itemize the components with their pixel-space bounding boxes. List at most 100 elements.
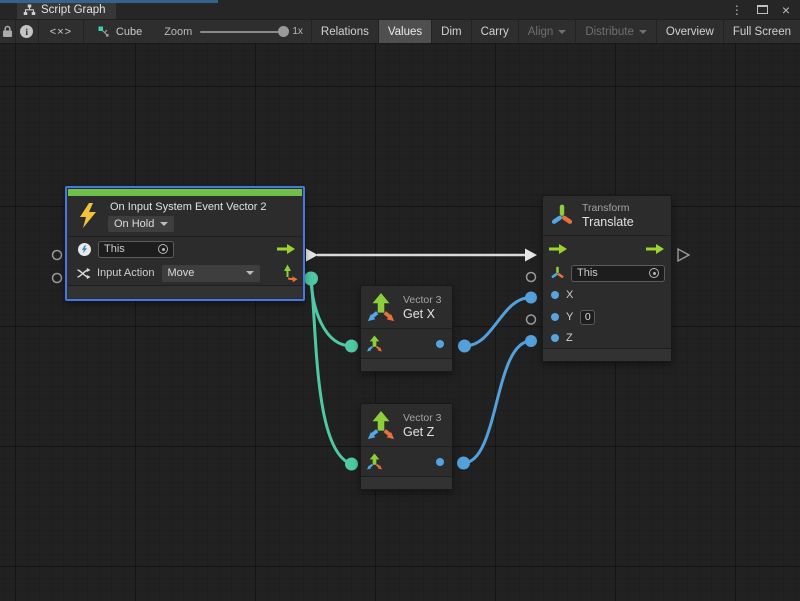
- flow-wire-end-arrow: [525, 249, 537, 262]
- flow-out-arrow-icon[interactable]: [277, 243, 296, 255]
- code-preview-button[interactable]: <×>: [39, 20, 84, 43]
- getx-title: Get X: [403, 307, 442, 321]
- y-value-input[interactable]: 0: [580, 310, 595, 325]
- translate-flow-out-port[interactable]: [678, 249, 689, 261]
- translate-y-port[interactable]: [527, 315, 536, 324]
- node-on-input-system-event[interactable]: On Input System Event Vector 2 On Hold T…: [65, 186, 305, 301]
- getx-header: Vector 3 Get X: [361, 286, 452, 328]
- flow-out-arrow-icon[interactable]: [646, 243, 665, 255]
- vector3-input-icon[interactable]: [366, 335, 383, 352]
- maximize-icon[interactable]: [757, 5, 768, 14]
- getx-float-out-dot[interactable]: [436, 340, 444, 348]
- translate-z-row: Z: [543, 328, 671, 348]
- getz-footer: [361, 476, 452, 489]
- translate-flow-row: [543, 236, 671, 262]
- object-picker-icon[interactable]: [649, 268, 659, 278]
- translate-type: Transform: [582, 202, 634, 214]
- z-port-dot[interactable]: [551, 334, 559, 342]
- graph-canvas[interactable]: On Input System Event Vector 2 On Hold T…: [0, 44, 800, 601]
- script-graph-icon: [23, 4, 36, 16]
- tab-bar: Script Graph ⋮ ×: [0, 0, 800, 19]
- transform-mini-icon[interactable]: [551, 266, 564, 280]
- toolbar-toggle-group: Relations Values Dim Carry Align Distrib…: [311, 20, 800, 43]
- event-target-port[interactable]: [53, 251, 62, 260]
- node-get-x[interactable]: Vector 3 Get X: [360, 285, 453, 372]
- y-port-dot[interactable]: [551, 313, 559, 321]
- tab-label: Script Graph: [41, 4, 106, 16]
- vector2-wire-to-getz: [311, 279, 352, 464]
- input-action-icon: [76, 266, 91, 281]
- x-label: X: [566, 289, 573, 301]
- getz-float-out-dot[interactable]: [436, 458, 444, 466]
- zoom-value: 1x: [292, 26, 303, 37]
- graph-owner-icon: [98, 26, 110, 38]
- vector3-icon: [366, 292, 396, 322]
- translate-y-row: Y 0: [543, 306, 671, 328]
- chevron-down-icon: [246, 271, 254, 275]
- getz-output-port[interactable]: [457, 457, 470, 470]
- event-target-field[interactable]: This: [98, 241, 174, 258]
- event-footer: [68, 285, 302, 298]
- getx-input-port[interactable]: [345, 340, 358, 353]
- vector2-port-icon[interactable]: [283, 264, 298, 282]
- getx-footer: [361, 358, 452, 371]
- inspect-button[interactable]: i: [16, 20, 39, 43]
- close-icon[interactable]: ×: [782, 3, 790, 17]
- distribute-dropdown-button[interactable]: Distribute: [575, 20, 656, 43]
- lock-icon: [2, 25, 13, 38]
- full-screen-button[interactable]: Full Screen: [723, 20, 800, 43]
- float-wire-x: [465, 298, 532, 347]
- zoom-slider[interactable]: [200, 31, 284, 33]
- vector3-input-icon[interactable]: [366, 453, 383, 470]
- graph-reference[interactable]: Cube: [84, 20, 156, 43]
- overview-button[interactable]: Overview: [656, 20, 723, 43]
- event-action-row: Input Action Move: [68, 261, 302, 285]
- translate-target-row: This: [543, 262, 671, 284]
- translate-z-port[interactable]: [525, 335, 537, 347]
- lock-button[interactable]: [0, 20, 16, 43]
- translate-title: Translate: [582, 215, 634, 229]
- script-graph-window: Script Graph ⋮ × i <×> Cube: [0, 0, 800, 601]
- translate-x-port[interactable]: [525, 292, 537, 304]
- getx-output-port[interactable]: [458, 340, 471, 353]
- relations-button[interactable]: Relations: [311, 20, 378, 43]
- getx-port-row: [361, 329, 452, 358]
- event-accent-bar: [68, 189, 302, 196]
- graph-owner-name: Cube: [116, 26, 142, 38]
- translate-target-field[interactable]: This: [571, 265, 665, 282]
- event-header: On Input System Event Vector 2 On Hold: [68, 196, 302, 236]
- translate-target-port[interactable]: [527, 273, 536, 282]
- zoom-label: Zoom: [164, 26, 192, 38]
- getx-type: Vector 3: [403, 294, 442, 306]
- vector3-icon: [366, 410, 396, 440]
- window-menu-icon[interactable]: ⋮: [731, 4, 743, 16]
- transform-icon: [551, 203, 573, 228]
- zoom-control: Zoom 1x: [156, 20, 311, 43]
- vector2-wire-to-getx: [311, 279, 352, 346]
- getz-header: Vector 3 Get Z: [361, 404, 452, 446]
- node-translate[interactable]: Transform Translate: [542, 195, 672, 362]
- focus-accent-line: [0, 0, 218, 3]
- window-controls: ⋮ ×: [731, 0, 800, 19]
- action-label: Input Action: [97, 267, 155, 279]
- float-wire-z: [464, 341, 532, 463]
- info-icon: i: [20, 25, 33, 38]
- values-button[interactable]: Values: [378, 20, 431, 43]
- getz-input-port[interactable]: [345, 458, 358, 471]
- carry-button[interactable]: Carry: [471, 20, 518, 43]
- align-dropdown-button[interactable]: Align: [518, 20, 576, 43]
- action-dropdown[interactable]: Move: [162, 265, 260, 282]
- lightning-bolt-icon: [78, 202, 98, 230]
- translate-x-row: X: [543, 284, 671, 306]
- event-action-port[interactable]: [53, 274, 62, 283]
- flow-in-arrow-icon[interactable]: [549, 243, 568, 255]
- x-port-dot[interactable]: [551, 291, 559, 299]
- chevron-down-icon: [558, 30, 566, 34]
- vector2-output-port[interactable]: [304, 272, 318, 286]
- dim-button[interactable]: Dim: [431, 20, 470, 43]
- chevron-down-icon: [639, 30, 647, 34]
- object-picker-icon[interactable]: [158, 244, 168, 254]
- zoom-slider-handle[interactable]: [278, 26, 289, 37]
- event-mode-dropdown[interactable]: On Hold: [108, 216, 174, 232]
- node-get-z[interactable]: Vector 3 Get Z: [360, 403, 453, 490]
